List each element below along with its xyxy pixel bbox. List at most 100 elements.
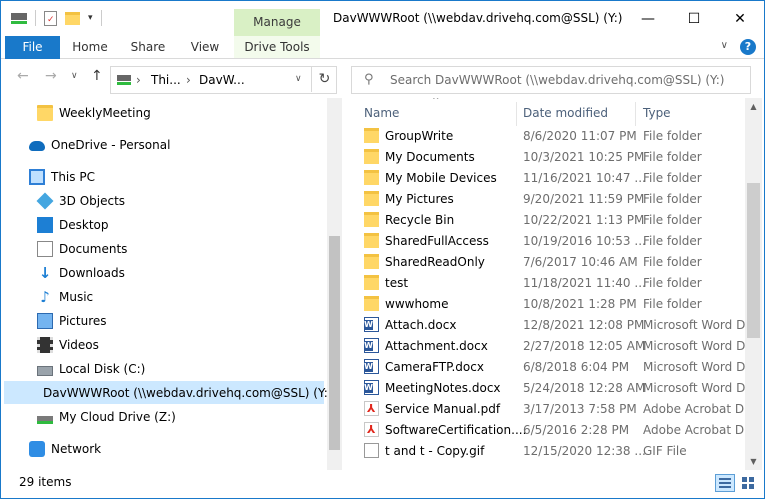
column-headers: ^ Name Date modified Type [343, 98, 745, 128]
file-type: File folder [643, 171, 702, 185]
details-view-button[interactable] [715, 474, 735, 492]
close-button[interactable]: ✕ [717, 1, 763, 36]
refresh-icon: ↻ [318, 71, 331, 87]
tab-share[interactable]: Share [123, 36, 173, 58]
nav-item-documents[interactable]: Documents [1, 237, 327, 260]
table-row[interactable]: GroupWrite 8/6/2020 11:07 PM File folder [359, 126, 745, 147]
file-date-modified: 10/8/2021 1:28 PM [523, 297, 637, 311]
up-icon[interactable]: ↑ [91, 68, 103, 84]
nav-item-network[interactable]: Network [1, 437, 327, 460]
file-name: t and t - Copy.gif [385, 444, 485, 458]
column-divider[interactable] [516, 102, 517, 126]
item-count: 29 items [19, 475, 72, 489]
refresh-button[interactable]: ↻ [311, 66, 337, 92]
maximize-button[interactable]: ☐ [671, 1, 717, 36]
tab-drive-tools[interactable]: Drive Tools [234, 36, 320, 58]
computer-icon [29, 168, 45, 185]
table-row[interactable]: My Mobile Devices 11/16/2021 10:47 ... Fil… [359, 168, 745, 189]
minimize-button[interactable]: — [625, 1, 671, 36]
nav-pane-scrollbar[interactable] [327, 98, 342, 470]
drive-icon[interactable] [11, 11, 27, 25]
nav-item-downloads[interactable]: ↓ Downloads [1, 261, 327, 284]
minimize-icon: — [641, 10, 655, 27]
nav-item-onedrive[interactable]: OneDrive - Personal [1, 133, 327, 156]
file-scrollbar-thumb[interactable] [747, 183, 760, 338]
address-bar[interactable]: › Thi... › DavW... ∨ [110, 66, 337, 94]
nav-item-this-pc[interactable]: This PC [1, 165, 327, 188]
word-document-icon [364, 380, 379, 395]
new-folder-icon[interactable] [65, 11, 80, 25]
search-input[interactable] [390, 71, 740, 89]
customize-toolbar-icon[interactable]: ▾ [88, 13, 93, 23]
table-row[interactable]: SharedFullAccess 10/19/2016 10:53 ... File… [359, 231, 745, 252]
help-icon[interactable]: ? [740, 39, 756, 55]
file-type: Microsoft Word D... [643, 339, 745, 353]
table-row[interactable]: SoftwareCertification....6/5/2016 2:28 P… [359, 420, 745, 441]
nav-item-3d-objects[interactable]: 3D Objects [1, 189, 327, 212]
details-view-icon [719, 486, 731, 488]
documents-icon [37, 240, 53, 257]
table-row[interactable]: wwwhome 10/8/2021 1:28 PM File folder [359, 294, 745, 315]
properties-icon[interactable]: ✓ [44, 10, 57, 26]
file-type: File folder [643, 192, 702, 206]
recent-locations-icon[interactable]: ∨ [71, 71, 78, 81]
column-header-name[interactable]: Name [364, 106, 399, 120]
file-name: Attach.docx [385, 318, 457, 332]
breadcrumb-separator: › [136, 73, 141, 87]
column-header-date-modified[interactable]: Date modified [523, 106, 608, 120]
manage-context-tab[interactable]: Manage [234, 9, 320, 36]
table-row[interactable]: Attach.docx 12/8/2021 12:08 PMMicrosoft W… [359, 315, 745, 336]
nav-item-weeklymeeting[interactable]: WeeklyMeeting [1, 101, 327, 124]
tab-home[interactable]: Home [65, 36, 115, 58]
nav-item-pictures[interactable]: Pictures [1, 309, 327, 332]
file-date-modified: 12/8/2021 12:08 PM [523, 318, 645, 332]
table-row[interactable]: SharedReadOnly 7/6/2017 10:46 AM File fold… [359, 252, 745, 273]
folder-icon [364, 170, 379, 185]
table-row[interactable]: Attachment.docx 2/27/2018 12:05 AMMicroso… [359, 336, 745, 357]
table-row[interactable]: CameraFTP.docx 6/8/2018 6:04 PM Microsoft … [359, 357, 745, 378]
nav-item-videos[interactable]: Videos [1, 333, 327, 356]
address-history-icon[interactable]: ∨ [295, 74, 302, 84]
forward-icon[interactable]: → [45, 68, 57, 84]
scroll-up-icon[interactable]: ▲ [745, 98, 762, 115]
file-date-modified: 6/8/2018 6:04 PM [523, 360, 630, 374]
file-explorer-window: ✓ ▾ Manage DavWWWRoot (\\webdav.drivehq.… [0, 0, 765, 499]
file-type: File folder [643, 276, 702, 290]
file-date-modified: 10/3/2021 10:25 PM [523, 150, 645, 164]
column-header-type[interactable]: Type [643, 106, 671, 120]
nav-item-label: WeeklyMeeting [59, 105, 151, 120]
large-icons-view-button[interactable] [739, 474, 759, 492]
table-row[interactable]: My Pictures 9/20/2021 11:59 PM File folder [359, 189, 745, 210]
table-row[interactable]: My Documents 10/3/2021 10:25 PM File folde… [359, 147, 745, 168]
nav-item-music[interactable]: ♪ Music [1, 285, 327, 308]
search-box[interactable]: ⚲ [351, 66, 751, 94]
table-row[interactable]: MeetingNotes.docx 5/24/2018 12:28 AMMicro… [359, 378, 745, 399]
close-icon: ✕ [734, 10, 746, 27]
back-icon[interactable]: ← [17, 68, 29, 84]
table-row[interactable]: test 11/18/2021 11:40 ... File folder [359, 273, 745, 294]
nav-item-label: DavWWWRoot (\\webdav.drivehq.com@SSL) (Y… [43, 385, 333, 400]
table-row[interactable]: t and t - Copy.gif 12/15/2020 12:38 ... GI… [359, 441, 745, 462]
breadcrumb-this-pc[interactable]: Thi... [151, 73, 181, 87]
nav-scrollbar-thumb[interactable] [329, 236, 340, 450]
nav-item-desktop[interactable]: Desktop [1, 213, 327, 236]
quick-access-toolbar: ✓ ▾ [11, 10, 102, 26]
tab-view[interactable]: View [181, 36, 229, 58]
sort-ascending-icon: ^ [432, 98, 440, 106]
expand-ribbon-icon[interactable]: ∨ [721, 40, 728, 51]
table-row[interactable]: Service Manual.pdf 3/17/2013 7:58 PM Adobe… [359, 399, 745, 420]
nav-item-davwwwroot[interactable]: DavWWWRoot (\\webdav.drivehq.com@SSL) (Y… [4, 381, 332, 404]
file-type: File folder [643, 297, 702, 311]
nav-item-my-cloud-drive[interactable]: My Cloud Drive (Z:) [1, 405, 327, 428]
file-list-scrollbar[interactable]: ▲ ▼ [745, 98, 762, 470]
column-divider[interactable] [635, 102, 636, 126]
onedrive-icon [29, 141, 45, 151]
breadcrumb-davwwwroot[interactable]: DavW... [199, 73, 245, 87]
nav-item-local-disk[interactable]: Local Disk (C:) [1, 357, 327, 380]
scroll-down-icon[interactable]: ▼ [745, 453, 762, 470]
table-row[interactable]: Recycle Bin 10/22/2021 1:13 PM File folder [359, 210, 745, 231]
file-date-modified: 10/19/2016 10:53 ... [523, 234, 646, 248]
file-date-modified: 2/27/2018 12:05 AM [523, 339, 646, 353]
tab-file[interactable]: File [5, 36, 60, 59]
file-name: CameraFTP.docx [385, 360, 484, 374]
